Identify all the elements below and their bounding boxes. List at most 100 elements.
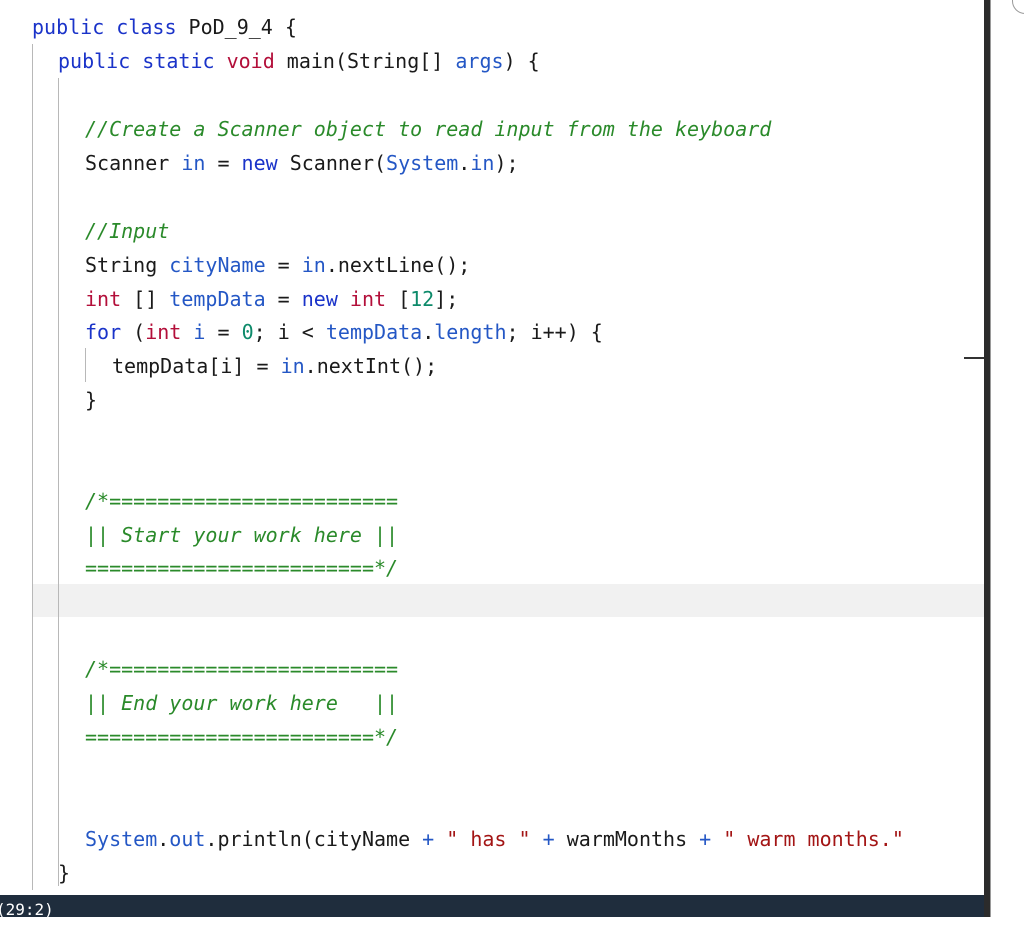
code-token: main(String[] [274, 49, 456, 73]
code-token: = [205, 151, 242, 175]
code-line[interactable]: /*======================== [0, 484, 984, 518]
code-token: for [85, 320, 122, 344]
code-token: [] [121, 287, 170, 311]
code-token: warmMonths [554, 827, 700, 851]
code-line[interactable] [0, 180, 984, 214]
code-line[interactable] [0, 451, 984, 485]
code-token: .println(cityName [205, 827, 423, 851]
code-token: //Create a Scanner object to read input … [85, 117, 772, 141]
code-token: ) { [503, 49, 540, 73]
code-line[interactable]: || End your work here || [0, 686, 984, 720]
code-token: static [142, 49, 215, 73]
code-token: in [470, 151, 495, 175]
code-line[interactable] [0, 788, 984, 822]
code-token: i [193, 320, 206, 344]
scroll-position-marker [964, 357, 984, 359]
code-token: " warm months." [723, 827, 904, 851]
code-token: .nextLine(); [325, 253, 471, 277]
code-line[interactable] [0, 78, 984, 112]
code-token: new [241, 151, 278, 175]
code-token: ( [121, 320, 146, 344]
code-line[interactable]: || Start your work here || [0, 518, 984, 552]
code-token: in [301, 253, 326, 277]
code-token: Scanner( [277, 151, 387, 175]
code-token: cityName [169, 253, 266, 277]
code-token: . [422, 320, 435, 344]
code-token: String [85, 253, 170, 277]
code-line[interactable] [0, 585, 984, 619]
code-token: ]; [434, 287, 459, 311]
code-line[interactable]: int [] tempData = new int [12]; [0, 282, 984, 316]
code-line[interactable]: public class PoD_9_4 { [0, 10, 984, 44]
code-token: [ [386, 287, 411, 311]
code-line[interactable] [0, 619, 984, 653]
code-token: . [157, 827, 170, 851]
code-line[interactable]: System.out.println(cityName + " has " + … [0, 822, 984, 856]
code-token: System [386, 151, 459, 175]
code-token: = [265, 287, 302, 311]
code-token: tempData[i] = [112, 354, 281, 378]
code-token: in [181, 151, 206, 175]
code-token: = [265, 253, 302, 277]
code-token: new [301, 287, 338, 311]
code-token: int [349, 287, 387, 311]
code-token: Scanner [85, 151, 182, 175]
code-editor[interactable]: public class PoD_9_4 {public static void… [0, 0, 984, 895]
code-token: in [280, 354, 305, 378]
code-token: //Input [85, 219, 170, 243]
code-token: 12 [410, 287, 435, 311]
code-token: + [699, 827, 712, 851]
code-line[interactable]: ========================*/ [0, 720, 984, 754]
status-bar: (29:2) [0, 895, 984, 919]
code-line[interactable]: } [0, 856, 984, 890]
code-line[interactable] [0, 754, 984, 788]
code-token: int [85, 287, 122, 311]
code-token: = [205, 320, 242, 344]
code-line[interactable] [0, 417, 984, 451]
code-token: void [226, 49, 275, 73]
code-line[interactable]: //Create a Scanner object to read input … [0, 112, 984, 146]
code-token: } [58, 861, 71, 885]
code-token: public [58, 49, 131, 73]
code-token: .nextInt(); [304, 354, 438, 378]
code-token: ========================*/ [85, 725, 399, 749]
code-token: || Start your work here || [85, 523, 399, 547]
code-token: ; i < [253, 320, 326, 344]
code-token: 0 [241, 320, 254, 344]
code-token: || End your work here || [85, 691, 399, 715]
code-line[interactable]: Scanner in = new Scanner(System.in); [0, 146, 984, 180]
code-line[interactable]: /*======================== [0, 652, 984, 686]
side-panel [990, 0, 1024, 917]
code-line[interactable]: tempData[i] = in.nextInt(); [0, 349, 984, 383]
code-line[interactable]: public static void main(String[] args) { [0, 44, 984, 78]
code-token: /*======================== [85, 489, 399, 513]
code-token: } [85, 388, 98, 412]
code-token: tempData [169, 287, 266, 311]
code-token: /*======================== [85, 657, 399, 681]
code-token: out [169, 827, 206, 851]
code-token: int [145, 320, 182, 344]
code-line[interactable]: String cityName = in.nextLine(); [0, 248, 984, 282]
code-token: class [116, 15, 177, 39]
code-token: length [434, 320, 507, 344]
code-line[interactable]: ========================*/ [0, 551, 984, 585]
code-token: ========================*/ [85, 556, 399, 580]
code-line[interactable]: //Input [0, 214, 984, 248]
code-token: ); [494, 151, 519, 175]
cursor-position-indicator: (29:2) [0, 900, 54, 919]
code-token: + [542, 827, 555, 851]
code-token: args [455, 49, 504, 73]
code-line[interactable]: for (int i = 0; i < tempData.length; i++… [0, 315, 984, 349]
code-token: public [32, 15, 105, 39]
code-line[interactable]: } [0, 383, 984, 417]
code-token: ; i++) { [506, 320, 603, 344]
code-token: System [85, 827, 158, 851]
code-token: " has " [446, 827, 531, 851]
code-token: PoD_9_4 { [176, 15, 297, 39]
